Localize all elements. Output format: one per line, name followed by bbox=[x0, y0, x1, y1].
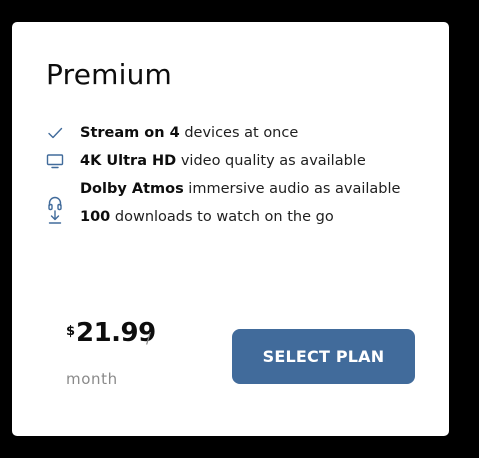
feature-text: immersive audio as available bbox=[183, 181, 401, 197]
feature-highlight: 100 bbox=[80, 209, 111, 225]
check-icon bbox=[46, 124, 64, 142]
feature-item-audio: Dolby Atmos immersive audio as available bbox=[46, 175, 426, 211]
price-currency: $ bbox=[66, 324, 76, 339]
feature-list: Stream on 4 devices at once 4K Ultra HD … bbox=[46, 119, 426, 231]
select-plan-button[interactable]: SELECT PLAN bbox=[232, 329, 415, 384]
download-icon bbox=[46, 208, 64, 226]
plan-card: Premium Stream on 4 devices at once 4K U… bbox=[12, 22, 449, 436]
feature-highlight: Dolby Atmos bbox=[80, 181, 184, 197]
feature-item-quality: 4K Ultra HD video quality as available bbox=[46, 147, 426, 175]
feature-item-downloads: 100 downloads to watch on the go bbox=[46, 203, 426, 231]
feature-text: devices at once bbox=[179, 125, 299, 141]
price-period: month bbox=[66, 370, 118, 388]
price-separator: / bbox=[146, 329, 152, 347]
feature-highlight: Stream on 4 bbox=[80, 125, 180, 141]
feature-text: downloads to watch on the go bbox=[110, 209, 334, 225]
feature-item-streams: Stream on 4 devices at once bbox=[46, 119, 426, 147]
monitor-icon bbox=[46, 152, 64, 170]
plan-title: Premium bbox=[46, 58, 172, 91]
feature-highlight: 4K Ultra HD bbox=[80, 153, 177, 169]
feature-text: video quality as available bbox=[176, 153, 366, 169]
price-amount: 21.99 bbox=[76, 318, 156, 348]
